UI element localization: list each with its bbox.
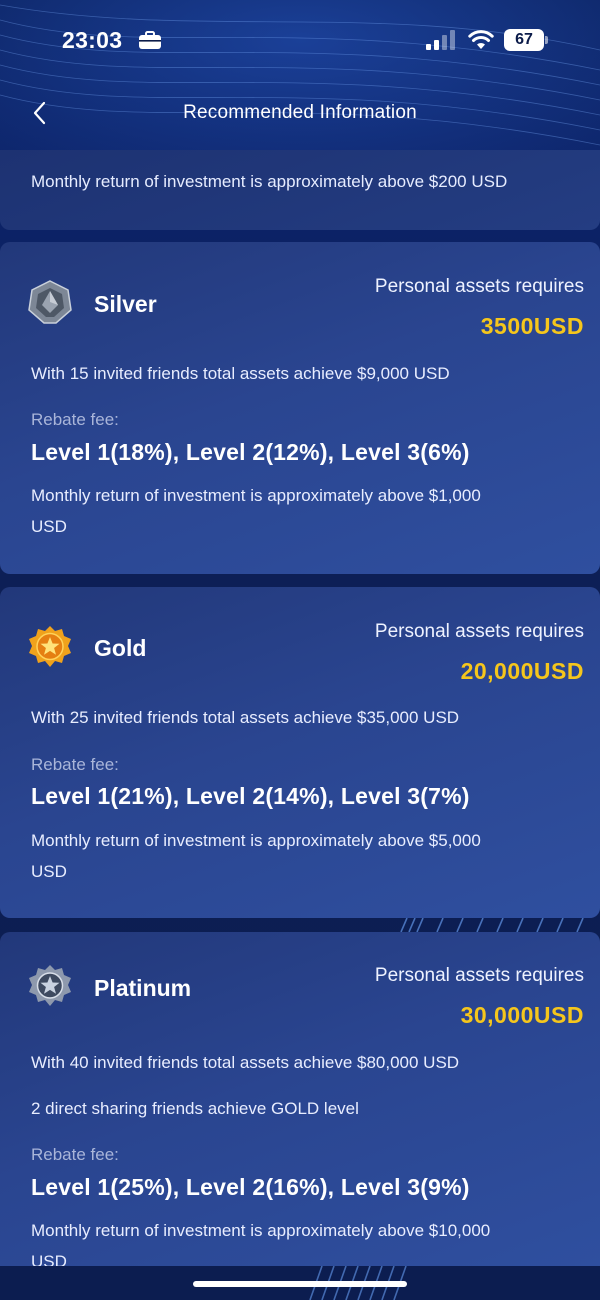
rebate-value: Level 1(18%), Level 2(12%), Level 3(6%) xyxy=(31,439,470,465)
monthly-return-text-cont: USD xyxy=(31,862,67,881)
invited-friends-text: With 40 invited friends total assets ach… xyxy=(31,1053,460,1072)
decorative-stripes xyxy=(400,918,584,932)
navigation-bar: Recommended Information xyxy=(0,88,600,140)
rebate-label: Rebate fee: xyxy=(31,755,119,774)
tier-card-platinum: Platinum Personal assets requires 30,000… xyxy=(0,932,600,1266)
page-title: Recommended Information xyxy=(183,102,417,123)
battery-indicator: 67 xyxy=(504,29,544,51)
rebate-value: Level 1(25%), Level 2(16%), Level 3(9%) xyxy=(31,1174,470,1200)
requirement-value: 20,000USD xyxy=(460,658,584,684)
requirement-value: 3500USD xyxy=(480,313,584,339)
silver-badge-icon xyxy=(28,280,72,324)
rebate-label: Rebate fee: xyxy=(31,410,119,429)
cellular-signal-icon xyxy=(426,30,455,50)
tier-card-partial: Monthly return of investment is approxim… xyxy=(0,150,600,230)
rebate-value: Level 1(21%), Level 2(14%), Level 3(7%) xyxy=(31,783,470,809)
requirement-label: Personal assets requires xyxy=(374,621,584,642)
monthly-return-text: Monthly return of investment is approxim… xyxy=(31,831,481,850)
tier-card-silver: Silver Personal assets requires 3500USD … xyxy=(0,242,600,574)
status-bar: 23:03 67 xyxy=(0,0,600,80)
tier-name: Platinum xyxy=(94,975,192,1001)
battery-tip xyxy=(545,36,548,44)
briefcase-icon xyxy=(139,31,161,49)
platinum-badge-icon xyxy=(29,965,71,1006)
invited-friends-text: With 25 invited friends total assets ach… xyxy=(31,708,460,727)
monthly-return-text: Monthly return of investment is approxim… xyxy=(31,486,481,505)
tier-card-gold: Gold Personal assets requires 20,000USD … xyxy=(0,587,600,918)
monthly-return-text-cont: USD xyxy=(31,517,67,536)
tier-name: Silver xyxy=(94,291,157,317)
direct-sharing-text: 2 direct sharing friends achieve GOLD le… xyxy=(31,1099,359,1118)
rebate-label: Rebate fee: xyxy=(31,1145,119,1164)
home-indicator[interactable] xyxy=(193,1281,407,1287)
monthly-return-text: Monthly return of investment is approxim… xyxy=(31,1221,491,1240)
tier-name: Gold xyxy=(94,635,147,661)
requirement-label: Personal assets requires xyxy=(374,965,584,986)
monthly-return-text-cont: USD xyxy=(31,1252,67,1266)
monthly-return-text: Monthly return of investment is approxim… xyxy=(31,172,508,191)
wifi-icon xyxy=(468,30,494,49)
requirement-value: 30,000USD xyxy=(460,1002,584,1028)
gold-badge-icon xyxy=(29,626,71,667)
invited-friends-text: With 15 invited friends total assets ach… xyxy=(31,364,450,383)
status-time: 23:03 xyxy=(62,27,123,53)
requirement-label: Personal assets requires xyxy=(374,276,584,297)
